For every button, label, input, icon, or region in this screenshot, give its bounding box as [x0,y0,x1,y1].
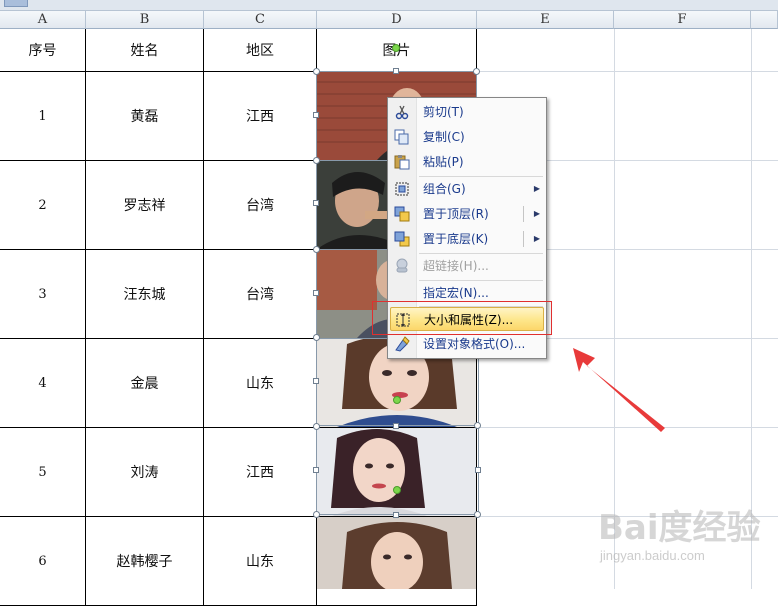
cell-region[interactable]: 台湾 [204,161,317,250]
cell-name[interactable]: 汪东城 [86,250,204,339]
gridline [477,71,778,72]
cell-no[interactable]: 3 [0,250,86,339]
rotate-handle[interactable] [393,396,401,404]
resize-handle[interactable] [313,290,319,296]
submenu-arrow-icon[interactable]: ▶ [534,227,540,251]
split-divider [523,231,524,247]
menu-item-label: 设置对象格式(O)... [423,337,526,351]
menu-item-label: 剪切(T) [423,105,464,119]
resize-handle[interactable] [474,422,481,429]
rotate-handle[interactable] [392,44,400,52]
group-icon [394,181,410,197]
split-divider [523,206,524,222]
column-header-a[interactable]: A [0,11,86,29]
resize-handle[interactable] [313,246,320,253]
menu-item-bring-to-front[interactable]: 置于顶层(R) ▶ [390,202,544,226]
column-header-b[interactable]: B [86,11,204,29]
menu-item-label: 置于底层(K) [423,232,489,246]
menu-item-cut[interactable]: 剪切(T) [390,100,544,124]
header-cell-name[interactable]: 姓名 [86,29,204,72]
scissors-icon [394,104,410,120]
cell-region[interactable]: 台湾 [204,250,317,339]
resize-handle[interactable] [313,334,320,341]
cell-region[interactable]: 江西 [204,428,317,517]
copy-icon [394,129,410,145]
photo-6[interactable] [317,517,476,589]
menu-item-label: 粘贴(P) [423,155,464,169]
cell-no[interactable]: 1 [0,72,86,161]
formula-bar-strip [0,0,778,11]
menu-item-copy[interactable]: 复制(C) [390,125,544,149]
column-header-f[interactable]: F [614,11,751,29]
send-to-back-icon [394,231,410,247]
cell-no[interactable]: 2 [0,161,86,250]
cell-name[interactable]: 黄磊 [86,72,204,161]
resize-handle[interactable] [474,511,481,518]
resize-handle[interactable] [313,68,320,75]
column-header-e[interactable]: E [477,11,614,29]
resize-handle[interactable] [393,68,399,74]
menu-item-paste[interactable]: 粘贴(P) [390,150,544,174]
resize-handle[interactable] [313,423,320,430]
cell-no[interactable]: 4 [0,339,86,428]
menu-item-label: 组合(G) [423,182,466,196]
header-cell-no[interactable]: 序号 [0,29,86,72]
menu-item-group[interactable]: 组合(G) ▶ [390,177,544,201]
resize-handle[interactable] [393,423,399,429]
resize-handle[interactable] [313,200,319,206]
resize-handle[interactable] [313,157,320,164]
watermark-logo: Bai度经验 [598,508,761,548]
submenu-arrow-icon: ▶ [533,184,540,193]
bring-to-front-icon [394,206,410,222]
annotation-highlight-box [372,301,552,335]
resize-handle[interactable] [475,467,481,473]
annotation-arrow-icon [573,348,665,432]
menu-item-format-object[interactable]: 设置对象格式(O)... [390,332,544,356]
column-header-d[interactable]: D [317,11,477,29]
cell-name[interactable]: 金晨 [86,339,204,428]
resize-handle[interactable] [313,112,319,118]
resize-handle[interactable] [393,512,399,518]
rotate-handle[interactable] [393,486,401,494]
paste-icon [394,154,410,170]
menu-item-send-to-back[interactable]: 置于底层(K) ▶ [390,227,544,251]
cell-name[interactable]: 刘涛 [86,428,204,517]
resize-handle[interactable] [313,511,320,518]
cell-no[interactable]: 5 [0,428,86,517]
resize-handle[interactable] [473,68,480,75]
menu-item-label: 复制(C) [423,130,465,144]
cell-name[interactable]: 赵韩樱子 [86,517,204,606]
header-cell-region[interactable]: 地区 [204,29,317,72]
format-object-icon [394,336,410,352]
resize-handle[interactable] [313,467,319,473]
name-box-fragment[interactable] [4,0,28,7]
watermark-url: jingyan.baidu.com [600,548,705,563]
cell-region[interactable]: 山东 [204,517,317,606]
column-header-g[interactable] [751,11,778,29]
column-header-c[interactable]: C [204,11,317,29]
cell-no[interactable]: 6 [0,517,86,606]
menu-item-label: 超链接(H)... [423,259,489,273]
cell-name[interactable]: 罗志祥 [86,161,204,250]
photo-5[interactable] [317,428,476,516]
cell-region[interactable]: 山东 [204,339,317,428]
hyperlink-icon [394,258,410,274]
submenu-arrow-icon[interactable]: ▶ [534,202,540,226]
cell-region[interactable]: 江西 [204,72,317,161]
resize-handle[interactable] [313,378,319,384]
menu-item-label: 置于顶层(R) [423,207,489,221]
menu-item-hyperlink: 超链接(H)... [390,254,544,278]
